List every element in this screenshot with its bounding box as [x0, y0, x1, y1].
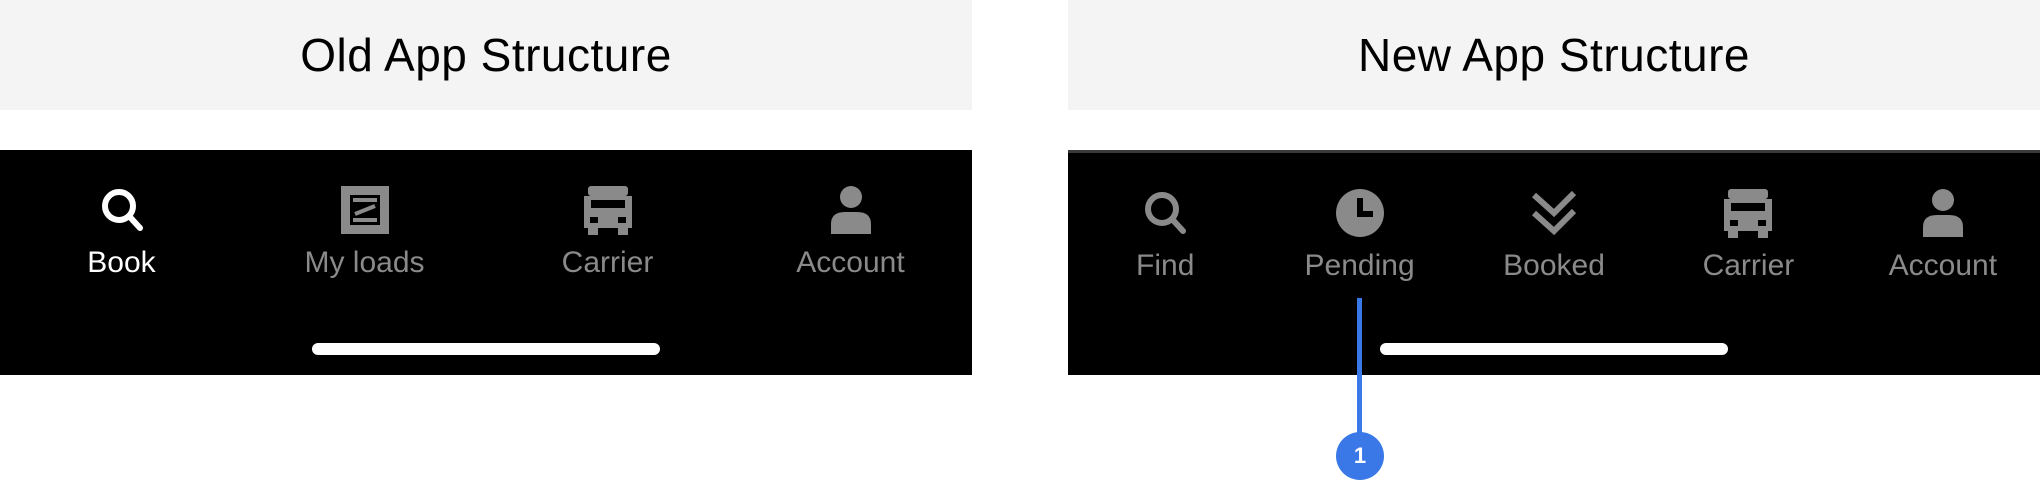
new-tab-account[interactable]: Account: [1846, 153, 2040, 313]
old-tab-carrier-label: Carrier: [561, 246, 654, 279]
old-tab-book-label: Book: [87, 246, 156, 279]
old-tab-account-label: Account: [796, 246, 905, 279]
double-check-icon: [1532, 190, 1577, 236]
old-tab-bar: Book My loads Carrier Account: [0, 150, 972, 375]
new-tab-pending[interactable]: Pending: [1262, 153, 1456, 313]
new-tab-carrier-label: Carrier: [1702, 249, 1795, 282]
new-title-band: New App Structure: [1068, 0, 2040, 110]
new-tab-booked-label: Booked: [1503, 249, 1605, 282]
home-indicator[interactable]: [1380, 343, 1728, 355]
person-icon: [830, 186, 871, 234]
old-panel-title: Old App Structure: [300, 29, 672, 81]
new-tab-account-label: Account: [1888, 249, 1998, 282]
new-tab-booked[interactable]: Booked: [1457, 153, 1651, 313]
search-icon: [101, 189, 143, 231]
old-tab-carrier[interactable]: Carrier: [486, 150, 729, 310]
new-tab-find-label: Find: [1136, 249, 1195, 282]
old-tab-book[interactable]: Book: [0, 150, 243, 310]
new-tab-pending-label: Pending: [1304, 249, 1415, 282]
callout-number: 1: [1353, 443, 1367, 468]
home-indicator[interactable]: [312, 343, 660, 355]
new-tab-carrier[interactable]: Carrier: [1651, 153, 1845, 313]
old-tab-my-loads-label: My loads: [304, 246, 425, 279]
loads-icon: [340, 186, 389, 234]
callout-marker: 1: [1336, 432, 1384, 480]
truck-icon: [1724, 189, 1773, 238]
truck-icon: [583, 186, 632, 235]
new-tab-bar: Find Pending Booked Carrier Account: [1068, 150, 2040, 375]
old-title-band: Old App Structure: [0, 0, 972, 110]
clock-icon: [1335, 189, 1384, 237]
new-panel-title: New App Structure: [1357, 29, 1751, 81]
old-tab-my-loads[interactable]: My loads: [243, 150, 486, 310]
new-tab-find[interactable]: Find: [1068, 153, 1262, 313]
old-tab-account[interactable]: Account: [729, 150, 972, 310]
search-icon: [1145, 192, 1187, 234]
callout-line: [1357, 298, 1362, 434]
person-icon: [1922, 189, 1963, 237]
